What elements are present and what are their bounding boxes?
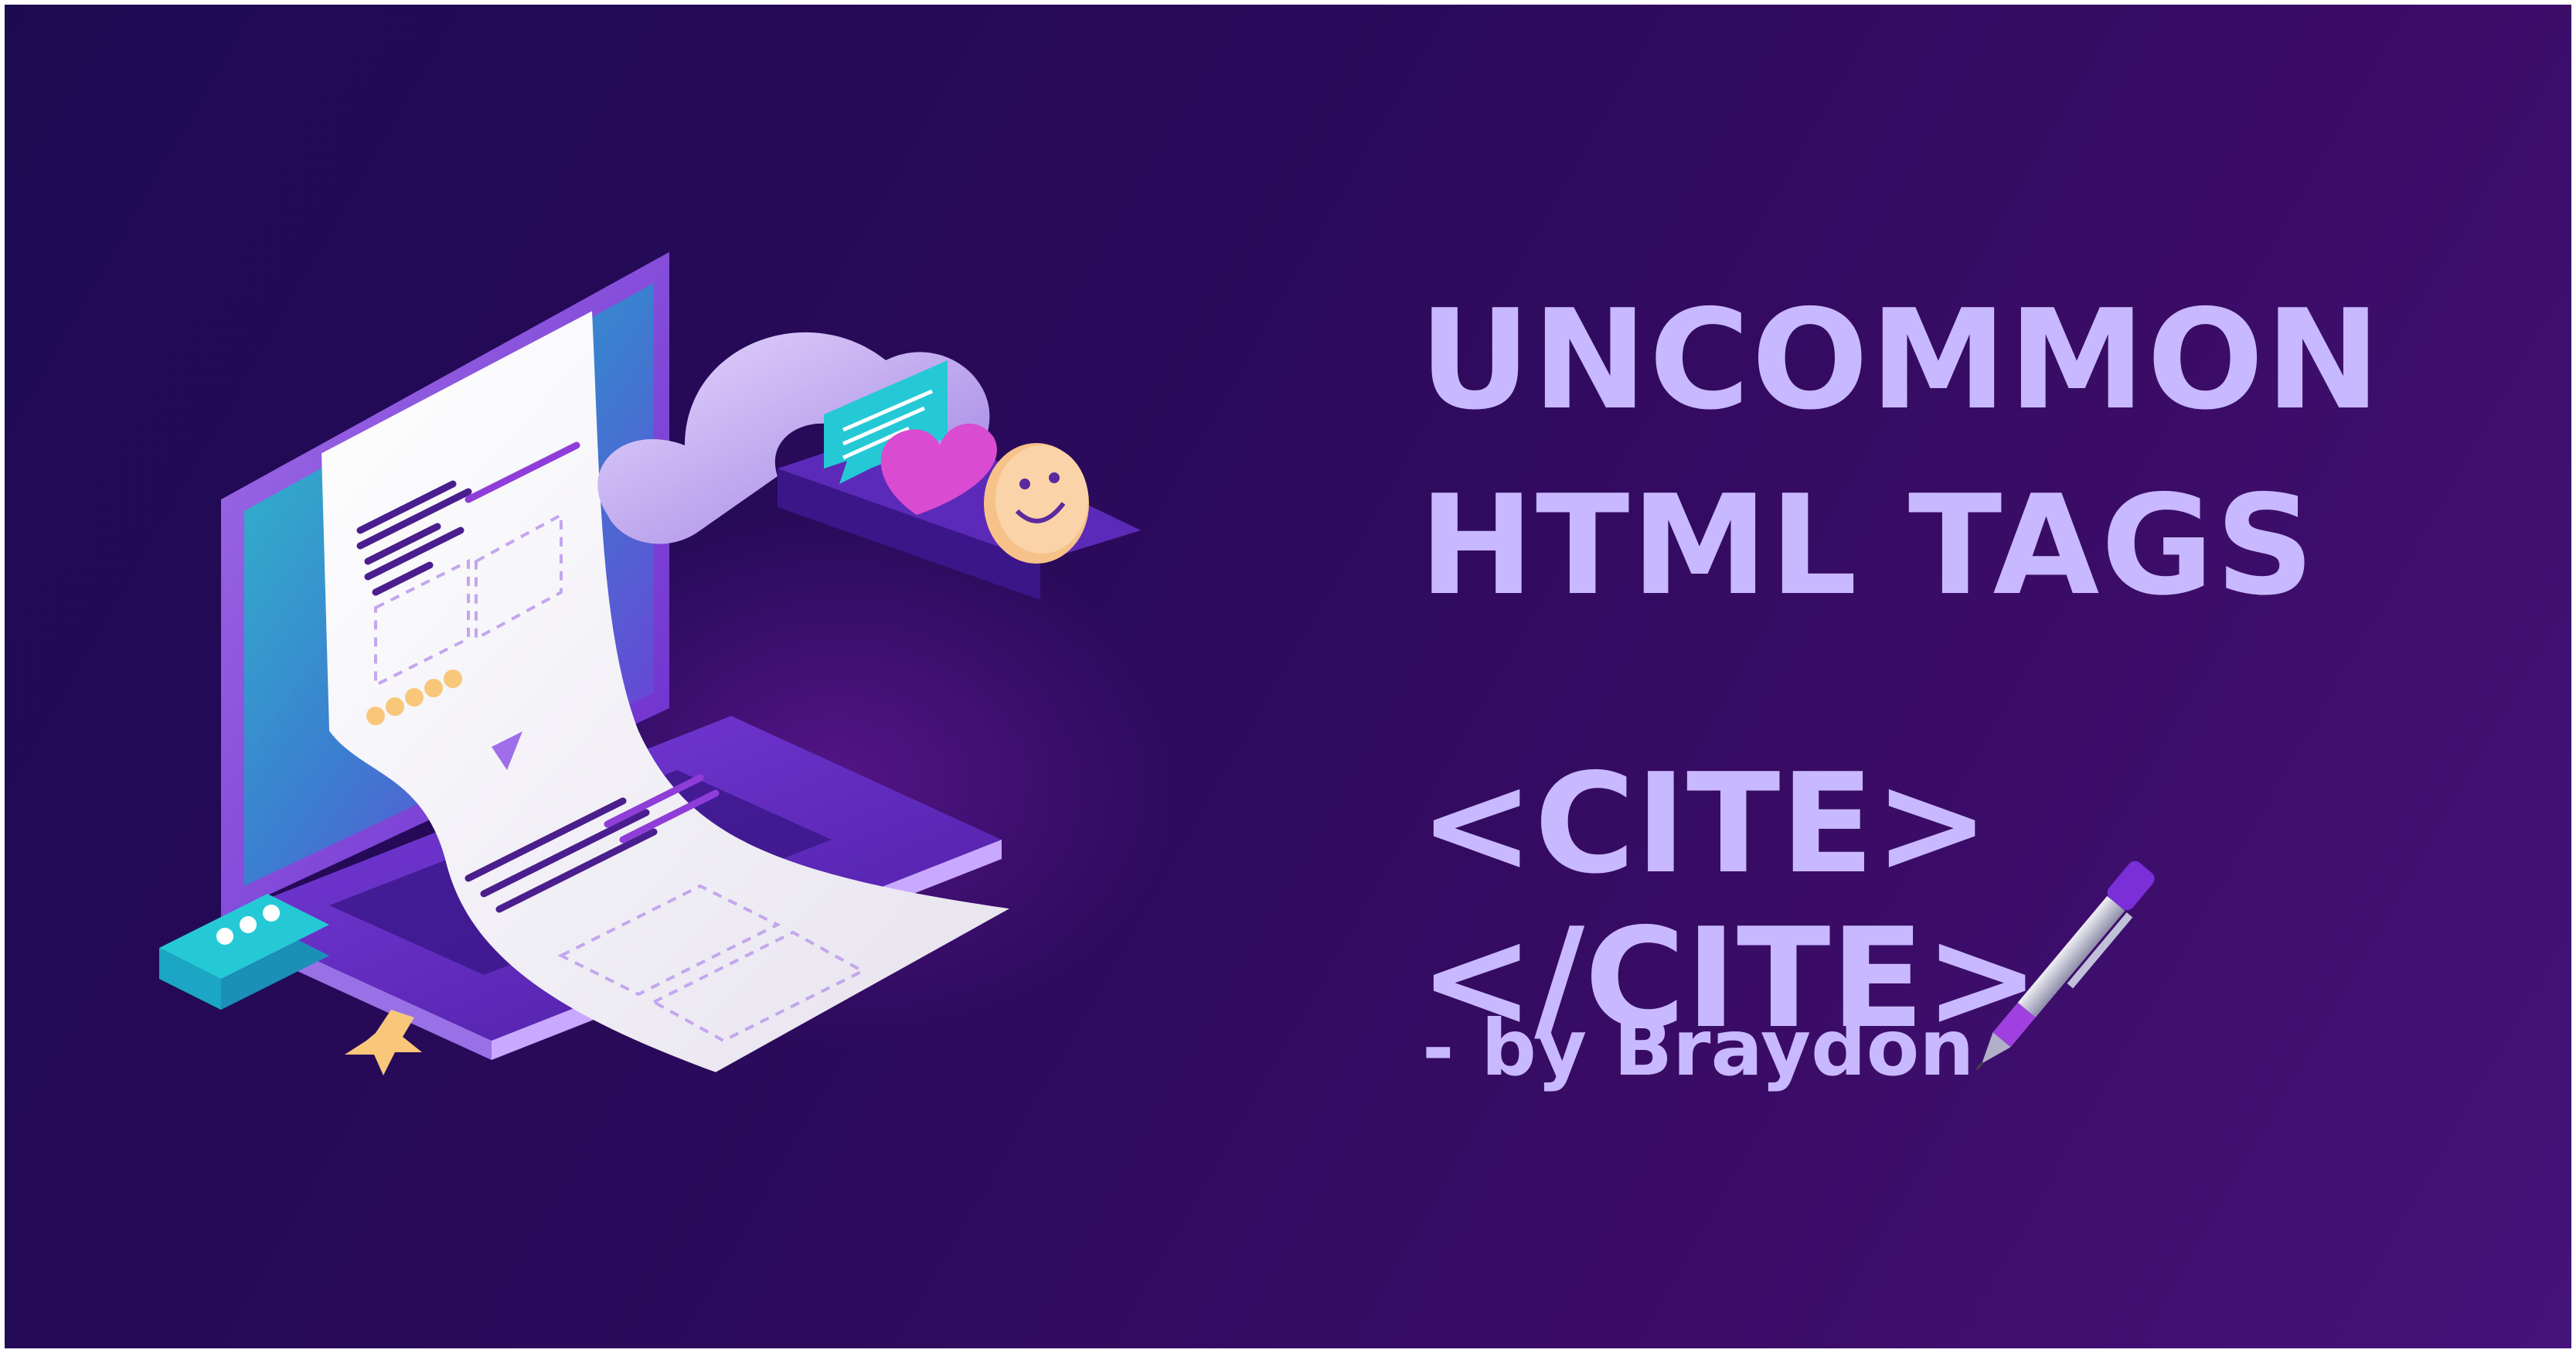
smiley-icon	[984, 443, 1089, 564]
title-block: UNCOMMON HTML TAGS <CITE></CITE> - by Br…	[1419, 268, 2540, 1093]
hero-banner: UNCOMMON HTML TAGS <CITE></CITE> - by Br…	[5, 5, 2571, 1348]
laptop-illustration	[159, 252, 1141, 1075]
pen-icon	[1975, 861, 2155, 1070]
star-icon	[345, 1010, 422, 1075]
headline-line-1: UNCOMMON	[1419, 280, 2383, 440]
headline-line-2: HTML TAGS	[1419, 465, 2316, 625]
author-byline: - by Braydon	[1422, 1003, 1975, 1093]
